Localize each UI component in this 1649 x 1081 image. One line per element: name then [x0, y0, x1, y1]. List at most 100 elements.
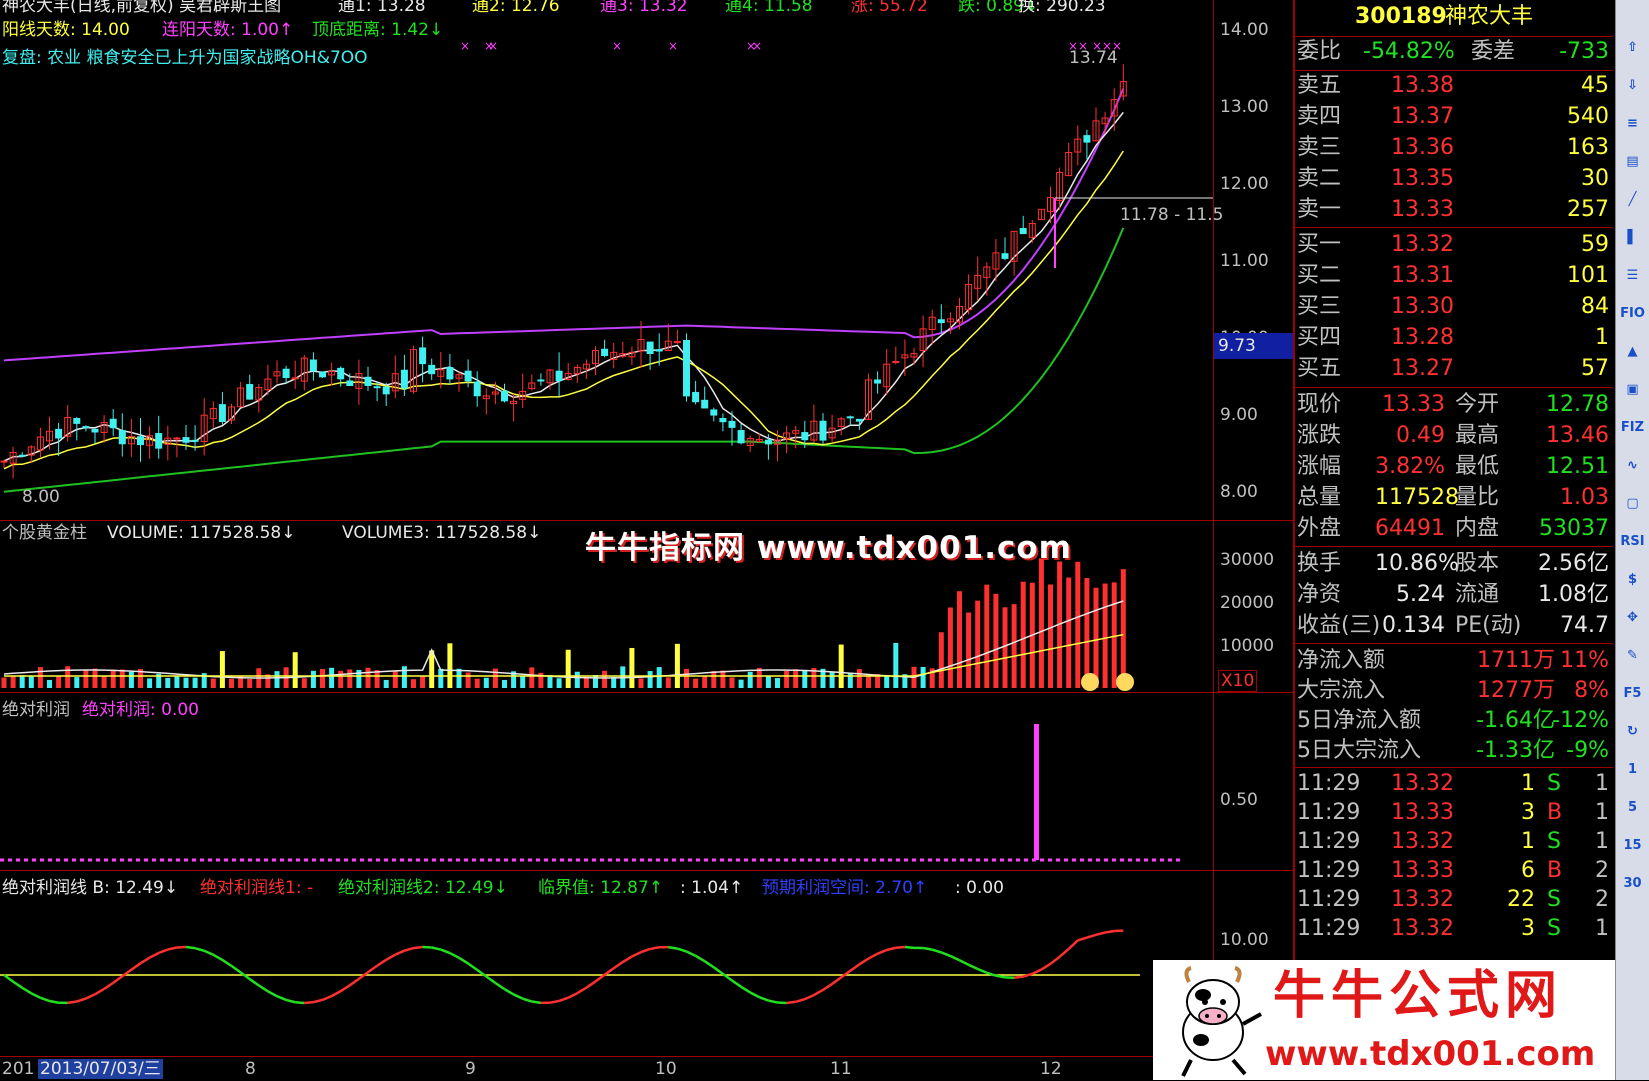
- tick-row[interactable]: 11:2913.321S1: [1295, 828, 1613, 856]
- toolbar-button-14[interactable]: $: [1619, 566, 1646, 593]
- high-price-label: 13.74: [1069, 48, 1118, 68]
- candle-body: [1020, 229, 1026, 234]
- volume-bar: [830, 672, 835, 688]
- flow-label: 5日净流入额: [1297, 706, 1421, 736]
- toolbar-button-22[interactable]: 30: [1619, 870, 1646, 897]
- tick-row[interactable]: 11:2913.3222S2: [1295, 886, 1613, 914]
- toolbar-button-4[interactable]: ╱: [1619, 186, 1646, 213]
- sell-row-2: 卖四13.37540: [1295, 102, 1613, 132]
- profit-wave-segment: [787, 1002, 796, 1003]
- tick-row[interactable]: 11:2913.323S1: [1295, 915, 1613, 943]
- stat-row: 总量117528量比1.03: [1295, 483, 1613, 513]
- toolbar-button-19[interactable]: 1: [1619, 756, 1646, 783]
- profit-wave-segment: [232, 966, 241, 973]
- tick-volume: 6: [1495, 857, 1535, 885]
- profit-wave-segment: [395, 951, 404, 955]
- toolbar-button-18[interactable]: ↻: [1619, 718, 1646, 745]
- volume-bar: [675, 644, 680, 688]
- header-value-2: 通3: 13.32: [600, 0, 688, 16]
- toolbar-button-8[interactable]: ▲: [1619, 338, 1646, 365]
- profit-wave-segment: [459, 958, 468, 964]
- flow-row: 大宗流入1277万8%: [1295, 676, 1613, 706]
- volume-bar: [74, 677, 79, 688]
- toolbar-button-5[interactable]: ▌: [1619, 224, 1646, 251]
- profit-wave-segment: [13, 982, 22, 988]
- candle-body: [647, 342, 653, 353]
- candle-body: [420, 348, 426, 364]
- candle-body: [429, 365, 435, 373]
- toolbar-button-21[interactable]: 15: [1619, 832, 1646, 859]
- volume-bar: [220, 651, 225, 688]
- profit-wave-segment: [495, 983, 504, 989]
- chart-area[interactable]: ×××××××××××× 神农大丰(日线,前复权) 吴君辟斯王图 通1: 13.…: [0, 0, 1213, 1080]
- profit-wave-segment: [650, 947, 659, 949]
- candle-body: [383, 387, 389, 394]
- price-tick: 11.00: [1220, 251, 1269, 271]
- candle-body: [1002, 254, 1008, 259]
- profit-wave-segment: [714, 967, 723, 974]
- volume-bar: [921, 667, 926, 688]
- volume-bar: [129, 672, 134, 688]
- toolbar-button-11[interactable]: ∿: [1619, 452, 1646, 479]
- current-date: 2013/07/03/三: [38, 1059, 163, 1079]
- toolbar-button-6[interactable]: ☰: [1619, 262, 1646, 289]
- price-axis: 14.0013.0012.0011.0010.009.008.00 9.73 3…: [1213, 0, 1294, 1080]
- date-axis[interactable]: 201 2013/07/03/三 89101112: [0, 1056, 1213, 1081]
- volume-bar: [65, 666, 70, 688]
- profit-wave-segment: [268, 991, 277, 996]
- volume-bar: [848, 672, 853, 688]
- tick-row[interactable]: 11:2913.336B2: [1295, 857, 1613, 885]
- volume-bar: [520, 676, 525, 688]
- volume-bar: [493, 669, 498, 688]
- stat-label: 现价: [1297, 390, 1341, 420]
- profit-wave-segment: [732, 981, 741, 987]
- toolbar-button-10[interactable]: FIZ: [1619, 414, 1646, 441]
- line-label-5: 预期利润空间: 2.70↑: [762, 878, 927, 898]
- toolbar-button-2[interactable]: ≡: [1619, 110, 1646, 137]
- volume-bar: [948, 607, 953, 688]
- toolbar-button-13[interactable]: RSI: [1619, 528, 1646, 555]
- toolbar-button-9[interactable]: ▣: [1619, 376, 1646, 403]
- profit-wave-segment: [295, 1002, 304, 1003]
- profit-wave-segment: [377, 960, 386, 966]
- volume-bar: [575, 672, 580, 688]
- line-label-3: 临界值: 12.87↑: [538, 878, 663, 898]
- profit-wave-segment: [468, 963, 477, 969]
- volume-bar: [502, 680, 507, 688]
- toolbar-button-20[interactable]: 5: [1619, 794, 1646, 821]
- quote-separator: [1295, 546, 1613, 547]
- stat-value: 2.56亿: [1538, 549, 1609, 579]
- range-label: 11.78 - 11.5: [1120, 205, 1223, 225]
- volume-bar: [411, 679, 416, 688]
- toolbar-button-15[interactable]: ✥: [1619, 604, 1646, 631]
- toolbar-button-0[interactable]: ⇧: [1619, 34, 1646, 61]
- profit-wave-segment: [960, 960, 969, 964]
- buy-row-4: 买四13.281: [1295, 323, 1613, 353]
- volume-bar: [802, 670, 807, 688]
- candle-body: [447, 368, 453, 379]
- stock-code: 300189: [1355, 2, 1447, 32]
- profit-wave-segment: [823, 984, 832, 990]
- stat-label: 涨跌: [1297, 421, 1341, 451]
- candle-body: [856, 419, 862, 421]
- volume-bar: [993, 594, 998, 688]
- flow-label: 净流入额: [1297, 646, 1385, 676]
- profit-wave-segment: [368, 966, 377, 972]
- tick-row[interactable]: 11:2913.321S1: [1295, 770, 1613, 798]
- stat-label: 外盘: [1297, 514, 1341, 544]
- toolbar-button-12[interactable]: ▢: [1619, 490, 1646, 517]
- candle-body: [247, 385, 253, 400]
- toolbar-button-7[interactable]: FIO: [1619, 300, 1646, 327]
- candle-body: [192, 440, 198, 441]
- toolbar-button-3[interactable]: ▤: [1619, 148, 1646, 175]
- candle-body: [74, 419, 80, 424]
- toolbar-button-1[interactable]: ⇩: [1619, 72, 1646, 99]
- profit-wave-segment: [905, 947, 914, 948]
- header-value-3: 通4: 11.58: [725, 0, 813, 16]
- toolbar-button-17[interactable]: F5: [1619, 680, 1646, 707]
- tick-row[interactable]: 11:2913.333B1: [1295, 799, 1613, 827]
- toolbar-button-16[interactable]: ✎: [1619, 642, 1646, 669]
- profit-wave-segment: [750, 992, 759, 997]
- profit-wave-segment: [22, 988, 31, 994]
- date-axis-start: 201: [2, 1059, 34, 1079]
